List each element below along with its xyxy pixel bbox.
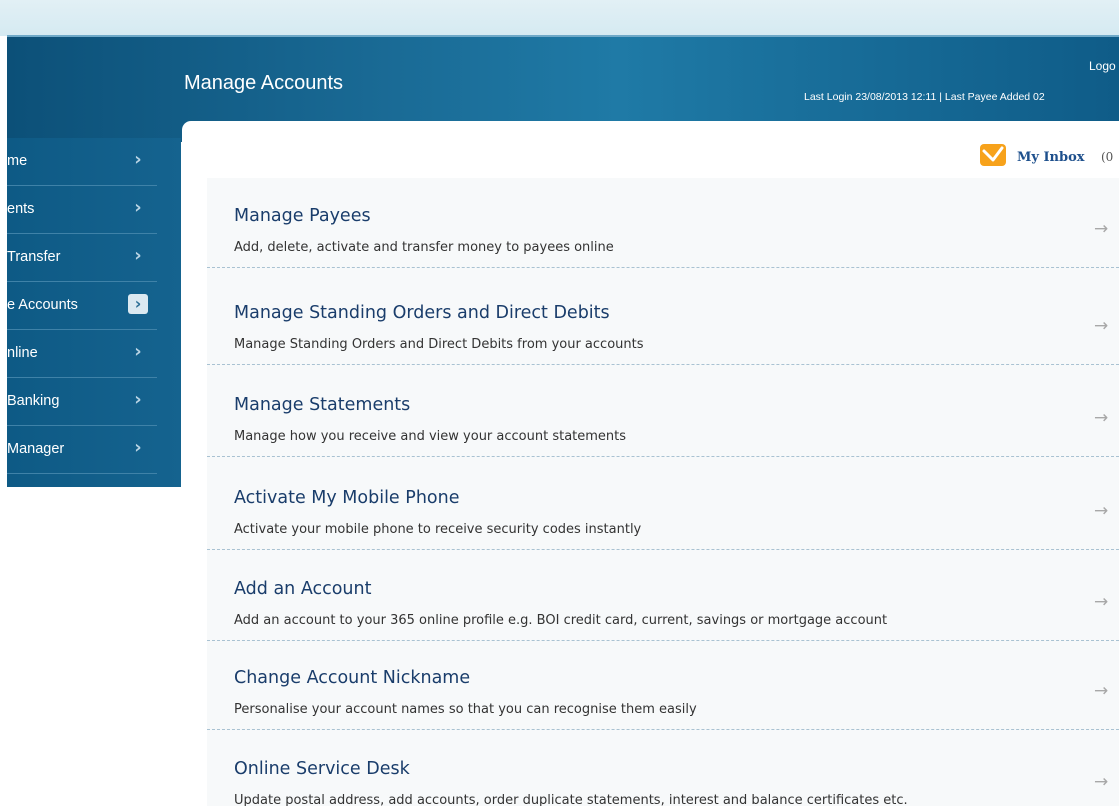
chevron-right-icon: › bbox=[134, 197, 142, 218]
chevron-right-icon: › bbox=[128, 294, 148, 314]
option-manage-payees[interactable]: Manage Payees Add, delete, activate and … bbox=[207, 178, 1119, 268]
arrow-right-icon: → bbox=[1094, 316, 1109, 336]
option-title: Online Service Desk bbox=[234, 759, 410, 779]
sidebar-item-manage-accounts[interactable]: e Accounts › bbox=[7, 282, 157, 330]
inbox-count: (0 bbox=[1101, 150, 1114, 164]
arrow-right-icon: → bbox=[1094, 501, 1109, 521]
arrow-right-icon: → bbox=[1094, 408, 1109, 428]
option-activate-mobile[interactable]: Activate My Mobile Phone Activate your m… bbox=[207, 460, 1119, 550]
option-standing-orders[interactable]: Manage Standing Orders and Direct Debits… bbox=[207, 275, 1119, 365]
option-description: Manage Standing Orders and Direct Debits… bbox=[234, 337, 644, 352]
sidebar-item-label: Banking bbox=[7, 393, 60, 409]
option-description: Update postal address, add accounts, ord… bbox=[234, 793, 908, 806]
option-description: Manage how you receive and view your acc… bbox=[234, 429, 627, 444]
sidebar-nav: me › ents › Transfer › e Accounts › nlin… bbox=[7, 138, 181, 487]
chevron-right-icon: › bbox=[134, 245, 142, 266]
last-login-info: Last Login 23/08/2013 12:11 | Last Payee… bbox=[804, 91, 1045, 103]
option-description: Activate your mobile phone to receive se… bbox=[234, 522, 642, 537]
arrow-right-icon: → bbox=[1094, 219, 1109, 239]
sidebar-item-transfer[interactable]: Transfer › bbox=[7, 234, 157, 282]
chevron-right-icon: › bbox=[134, 341, 142, 362]
envelope-check-icon[interactable] bbox=[979, 142, 1007, 168]
option-title: Manage Statements bbox=[234, 395, 411, 415]
option-title: Manage Standing Orders and Direct Debits bbox=[234, 303, 610, 323]
option-title: Add an Account bbox=[234, 579, 372, 599]
sidebar-item-online[interactable]: nline › bbox=[7, 330, 157, 378]
chevron-right-icon: › bbox=[134, 437, 142, 458]
option-title: Change Account Nickname bbox=[234, 668, 471, 688]
option-title: Manage Payees bbox=[234, 206, 371, 226]
option-manage-statements[interactable]: Manage Statements Manage how you receive… bbox=[207, 367, 1119, 457]
chevron-right-icon: › bbox=[134, 149, 142, 170]
option-description: Add an account to your 365 online profil… bbox=[234, 613, 888, 628]
inbox-link[interactable]: My Inbox bbox=[1017, 150, 1085, 165]
sidebar-item-manager[interactable]: Manager › bbox=[7, 426, 157, 474]
sidebar-item-banking[interactable]: Banking › bbox=[7, 378, 157, 426]
option-title: Activate My Mobile Phone bbox=[234, 488, 460, 508]
sidebar-item-payments[interactable]: ents › bbox=[7, 186, 157, 234]
sidebar-item-label: ents bbox=[7, 201, 35, 217]
logout-link[interactable]: Logo bbox=[1089, 59, 1116, 73]
browser-top-strip bbox=[0, 0, 1119, 36]
page-title: Manage Accounts bbox=[184, 72, 343, 94]
option-account-nickname[interactable]: Change Account Nickname Personalise your… bbox=[207, 640, 1119, 730]
chevron-right-icon: › bbox=[134, 389, 142, 410]
sidebar-item-label: Manager bbox=[7, 441, 65, 457]
arrow-right-icon: → bbox=[1094, 681, 1109, 701]
option-service-desk[interactable]: Online Service Desk Update postal addres… bbox=[207, 731, 1119, 806]
sidebar-item-label: e Accounts bbox=[7, 297, 78, 313]
option-add-account[interactable]: Add an Account Add an account to your 36… bbox=[207, 551, 1119, 641]
option-description: Personalise your account names so that y… bbox=[234, 702, 697, 717]
sidebar-item-home[interactable]: me › bbox=[7, 138, 157, 186]
sidebar-item-label: Transfer bbox=[7, 249, 61, 265]
options-list: Manage Payees Add, delete, activate and … bbox=[207, 178, 1119, 806]
arrow-right-icon: → bbox=[1094, 592, 1109, 612]
sidebar-item-label: nline bbox=[7, 345, 38, 361]
arrow-right-icon: → bbox=[1094, 772, 1109, 792]
option-description: Add, delete, activate and transfer money… bbox=[234, 240, 614, 255]
sidebar-item-label: me bbox=[7, 153, 28, 169]
